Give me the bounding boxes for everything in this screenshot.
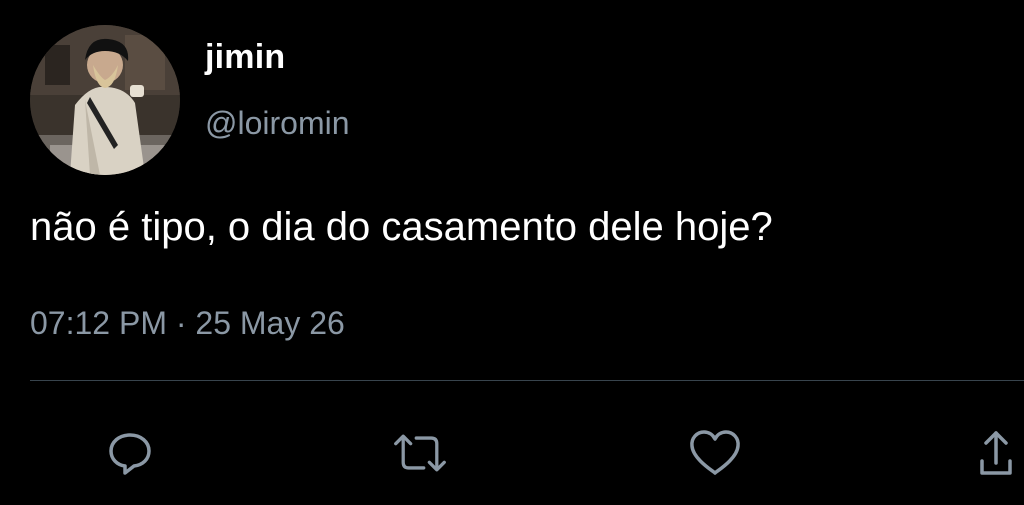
retweet-button[interactable] <box>392 425 448 481</box>
avatar[interactable] <box>30 25 180 175</box>
tweet-date[interactable]: 25 May 26 <box>195 305 344 341</box>
tweet-text: não é tipo, o dia do casamento dele hoje… <box>30 205 773 249</box>
share-button[interactable] <box>968 425 1024 481</box>
meta-separator: · <box>175 305 187 341</box>
like-button[interactable] <box>687 425 743 481</box>
profile-photo-image <box>30 25 180 175</box>
user-handle[interactable]: @loiromin <box>205 105 350 142</box>
tweet-card: jimin @loiromin não é tipo, o dia do cas… <box>0 0 1024 505</box>
share-upload-icon <box>980 431 1012 475</box>
reply-button[interactable] <box>102 425 158 481</box>
heart-icon <box>690 430 740 475</box>
speech-bubble-icon <box>109 433 151 475</box>
display-name[interactable]: jimin <box>205 38 285 77</box>
retweet-arrows-icon <box>394 434 446 472</box>
divider <box>30 380 1024 381</box>
tweet-time[interactable]: 07:12 PM <box>30 305 167 341</box>
tweet-timestamp: 07:12 PM · 25 May 26 <box>30 305 345 342</box>
